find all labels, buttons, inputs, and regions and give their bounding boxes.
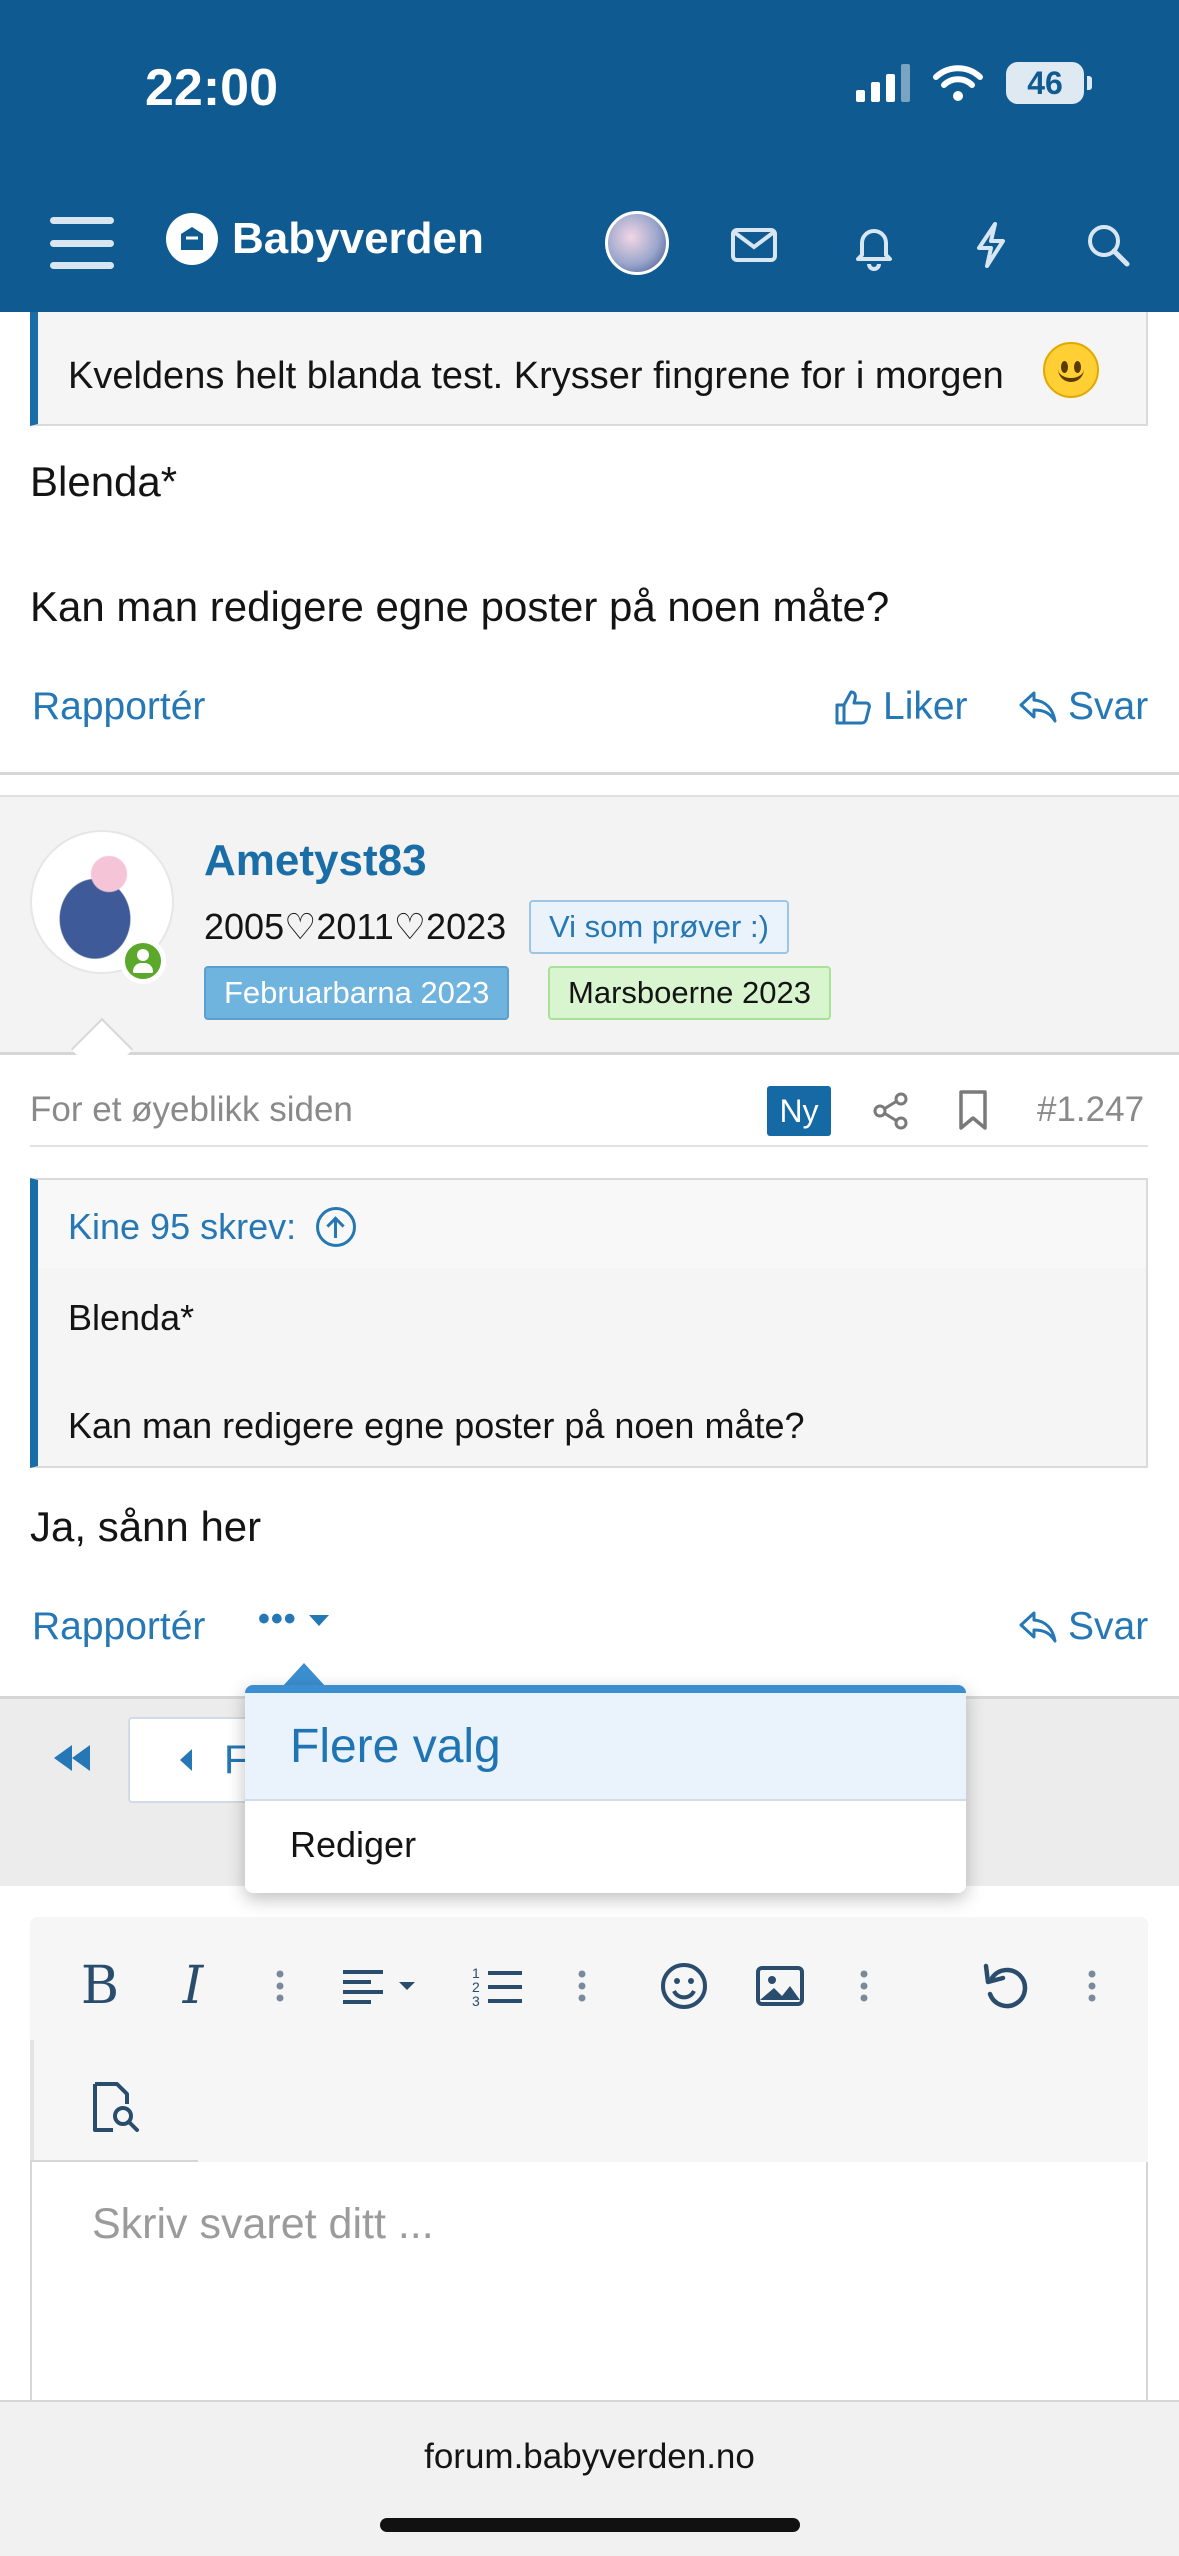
user-title: 2005♡2011♡2023 (204, 906, 507, 947)
report-link[interactable]: Rapportér (32, 1605, 205, 1649)
divider (30, 1145, 1148, 1147)
italic-icon[interactable]: I (163, 1956, 223, 2016)
quote-author-link[interactable]: Kine 95 skrev: (68, 1206, 357, 1248)
toolbar-divider (30, 2040, 34, 2160)
post-text-line: Kan man redigere egne poster på noen måt… (30, 583, 890, 630)
more-vertical-icon[interactable] (834, 1956, 894, 2016)
user-badge: Februarbarna 2023 (204, 966, 510, 1020)
account-avatar[interactable] (605, 211, 669, 275)
status-time: 22:00 (145, 59, 278, 117)
user-badge: Vi som prøver :) (529, 900, 789, 954)
more-vertical-icon[interactable] (250, 1956, 310, 2016)
toolbar-divider (30, 2160, 198, 2162)
caret-left-icon (180, 1749, 192, 1771)
home-indicator (380, 2518, 800, 2532)
reply-input[interactable]: Skriv svaret ditt ... (92, 2200, 434, 2249)
first-page-icon[interactable] (50, 1740, 94, 1785)
report-link[interactable]: Rapportér (32, 685, 205, 729)
like-button[interactable]: Liker (833, 685, 968, 729)
reply-arrow-icon (1019, 691, 1057, 723)
arrow-up-circle-icon (316, 1207, 357, 1247)
numbered-list-icon[interactable]: 1 2 3 (468, 1956, 528, 2016)
caret-down-icon (308, 1614, 329, 1626)
search-icon[interactable] (1082, 219, 1134, 271)
post-text-line: Blenda* (30, 458, 178, 505)
more-options-menu: Flere valg Rediger (245, 1685, 966, 1893)
quote-text: Kveldens helt blanda test. Krysser fingr… (68, 355, 1004, 397)
menu-icon[interactable] (50, 217, 114, 269)
brand-name: Babyverden (232, 214, 484, 263)
menu-pointer (282, 1663, 326, 1687)
share-icon[interactable] (870, 1090, 912, 1132)
thumbs-up-icon (835, 690, 871, 725)
status-icons: 46 (856, 62, 1092, 104)
quote-line: Blenda* (68, 1297, 195, 1338)
smiley-emoji-icon (1043, 342, 1099, 398)
emoji-icon[interactable] (654, 1956, 714, 2016)
post-time[interactable]: For et øyeblikk siden (30, 1090, 353, 1130)
nav-bar: Babyverden (0, 205, 1179, 305)
battery-icon: 46 (1006, 62, 1092, 104)
reply-button[interactable]: Svar (1018, 685, 1148, 729)
post-separator (0, 772, 1179, 775)
more-vertical-icon[interactable] (1062, 1956, 1122, 2016)
user-badge: Marsboerne 2023 (548, 966, 831, 1020)
more-options-button[interactable]: ••• (258, 1600, 331, 1639)
new-badge: Ny (767, 1086, 831, 1136)
bookmark-icon[interactable] (955, 1088, 991, 1134)
cellular-signal-icon (856, 64, 910, 102)
menu-title: Flere valg (245, 1693, 966, 1801)
browser-url-bar[interactable] (0, 2400, 1179, 2556)
menu-item-edit[interactable]: Rediger (245, 1801, 966, 1889)
username[interactable]: Ametyst83 (204, 836, 427, 886)
preview-document-icon[interactable] (85, 2078, 145, 2138)
bell-icon[interactable] (848, 219, 900, 271)
brand-logo[interactable]: Babyverden (166, 213, 484, 265)
reply-arrow-icon (1019, 1611, 1057, 1643)
bold-icon[interactable]: B (70, 1956, 130, 2016)
logo-icon (166, 213, 218, 265)
wifi-icon (933, 65, 983, 101)
undo-icon[interactable] (976, 1956, 1036, 2016)
lightning-icon[interactable] (965, 219, 1017, 271)
svg-text:3: 3 (472, 1993, 480, 2009)
post-number[interactable]: #1.247 (1037, 1090, 1144, 1130)
image-icon[interactable] (750, 1956, 810, 2016)
more-vertical-icon[interactable] (552, 1956, 612, 2016)
online-status-icon (120, 938, 166, 984)
quote-line: Kan man redigere egne poster på noen måt… (68, 1405, 805, 1446)
post-text: Ja, sånn her (30, 1503, 262, 1550)
editor-toolbar (30, 1917, 1148, 2162)
align-dropdown-icon[interactable] (335, 1956, 435, 2016)
reply-button[interactable]: Svar (1018, 1605, 1148, 1649)
inbox-icon[interactable] (728, 219, 780, 271)
url-text[interactable]: forum.babyverden.no (0, 2437, 1179, 2477)
